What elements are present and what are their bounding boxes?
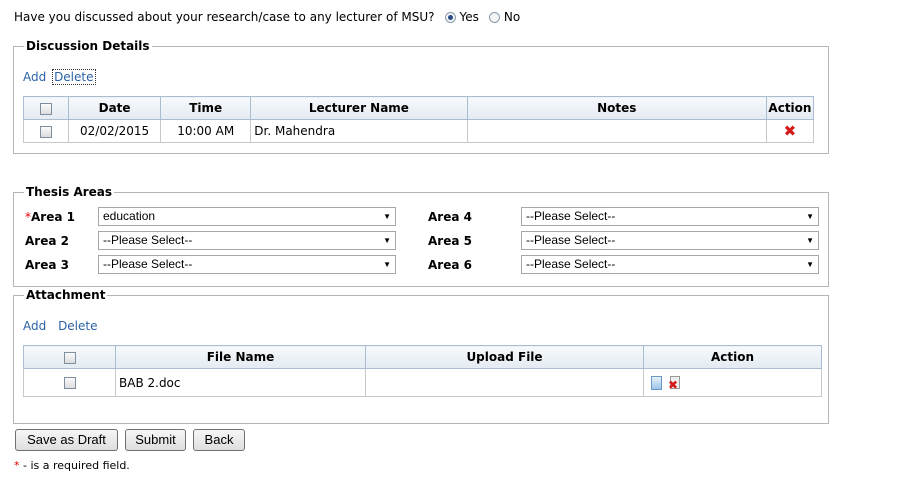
lecturer-cell: Dr. Mahendra: [250, 119, 468, 143]
thesis-areas-legend: Thesis Areas: [24, 185, 115, 199]
yes-radio[interactable]: [444, 11, 456, 23]
add-attachment-link[interactable]: Add: [23, 319, 46, 333]
chevron-down-icon: ▼: [806, 236, 814, 245]
add-discussion-link[interactable]: Add: [23, 70, 46, 84]
chevron-down-icon: ▼: [383, 236, 391, 245]
delete-attachment-link[interactable]: Delete: [58, 319, 97, 333]
no-label: No: [503, 10, 521, 24]
area-3-label: Area 3: [25, 258, 69, 272]
area-5-value: --Please Select--: [526, 233, 616, 247]
area-4-label: Area 4: [428, 210, 472, 224]
area-1-label-text: Area 1: [31, 210, 75, 224]
column-header-action: Action: [765, 96, 815, 120]
column-header-notes: Notes: [466, 96, 767, 120]
delete-x-icon[interactable]: ✖: [784, 122, 797, 140]
area-3-select[interactable]: --Please Select-- ▼: [98, 255, 396, 274]
select-all-header: [23, 345, 116, 369]
notes-cell: [466, 119, 767, 143]
area-2-select[interactable]: --Please Select-- ▼: [98, 231, 396, 250]
column-header-date: Date: [68, 96, 162, 120]
submit-button[interactable]: Submit: [125, 429, 186, 451]
area-2-value: --Please Select--: [103, 233, 193, 247]
table-row: BAB 2.doc ✖: [23, 368, 822, 397]
discussion-details-legend: Discussion Details: [24, 39, 152, 53]
date-cell: 02/02/2015: [68, 119, 162, 143]
chevron-down-icon: ▼: [383, 260, 391, 269]
discussion-question: Have you discussed about your research/c…: [14, 10, 526, 24]
area-3-value: --Please Select--: [103, 257, 193, 271]
delete-file-icon[interactable]: ✖: [668, 375, 682, 391]
column-header-action: Action: [643, 345, 822, 369]
area-5-select[interactable]: --Please Select-- ▼: [521, 231, 819, 250]
area-6-select[interactable]: --Please Select-- ▼: [521, 255, 819, 274]
select-all-checkbox[interactable]: [63, 351, 76, 364]
row-select-cell: [23, 368, 116, 397]
area-4-select[interactable]: --Please Select-- ▼: [521, 207, 819, 226]
area-1-select[interactable]: education ▼: [98, 207, 396, 226]
yes-label: Yes: [459, 10, 479, 24]
area-2-label: Area 2: [25, 234, 69, 248]
action-cell: ✖: [643, 368, 822, 397]
column-header-upload-file: Upload File: [365, 345, 644, 369]
table-row: 02/02/2015 10:00 AM Dr. Mahendra ✖: [22, 119, 815, 143]
column-header-time: Time: [160, 96, 252, 120]
document-icon[interactable]: [651, 375, 662, 390]
row-checkbox[interactable]: [63, 377, 76, 389]
area-5-label: Area 5: [428, 234, 472, 248]
no-radio[interactable]: [488, 11, 500, 23]
attachment-table: File Name Upload File Action BAB 2.doc ✖: [23, 345, 822, 397]
action-cell: ✖: [765, 119, 815, 143]
area-1-label: *Area 1: [25, 210, 75, 224]
time-cell: 10:00 AM: [160, 119, 252, 143]
attachment-actions: Add Delete: [23, 319, 98, 333]
table-header-row: Date Time Lecturer Name Notes Action: [22, 96, 815, 120]
select-all-header: [22, 96, 70, 120]
discussion-actions: Add Delete: [23, 69, 96, 85]
column-header-lecturer: Lecturer Name: [250, 96, 468, 120]
row-select-cell: [22, 119, 70, 143]
row-checkbox[interactable]: [40, 125, 53, 138]
back-button[interactable]: Back: [193, 429, 245, 451]
chevron-down-icon: ▼: [806, 260, 814, 269]
file-name-cell: BAB 2.doc: [115, 368, 366, 397]
chevron-down-icon: ▼: [806, 212, 814, 221]
required-note-text: - is a required field.: [19, 459, 130, 472]
area-4-value: --Please Select--: [526, 209, 616, 223]
area-6-value: --Please Select--: [526, 257, 616, 271]
save-as-draft-button[interactable]: Save as Draft: [15, 429, 118, 451]
attachment-legend: Attachment: [24, 288, 108, 302]
select-all-checkbox[interactable]: [40, 102, 53, 115]
area-6-label: Area 6: [428, 258, 472, 272]
question-text: Have you discussed about your research/c…: [14, 10, 435, 24]
required-field-note: * - is a required field.: [14, 459, 130, 472]
table-header-row: File Name Upload File Action: [23, 345, 822, 369]
column-header-file-name: File Name: [115, 345, 366, 369]
area-1-value: education: [103, 209, 156, 223]
discussion-table: Date Time Lecturer Name Notes Action 02/…: [22, 96, 815, 143]
delete-discussion-link[interactable]: Delete: [52, 69, 96, 85]
chevron-down-icon: ▼: [383, 212, 391, 221]
upload-file-cell: [365, 368, 644, 397]
